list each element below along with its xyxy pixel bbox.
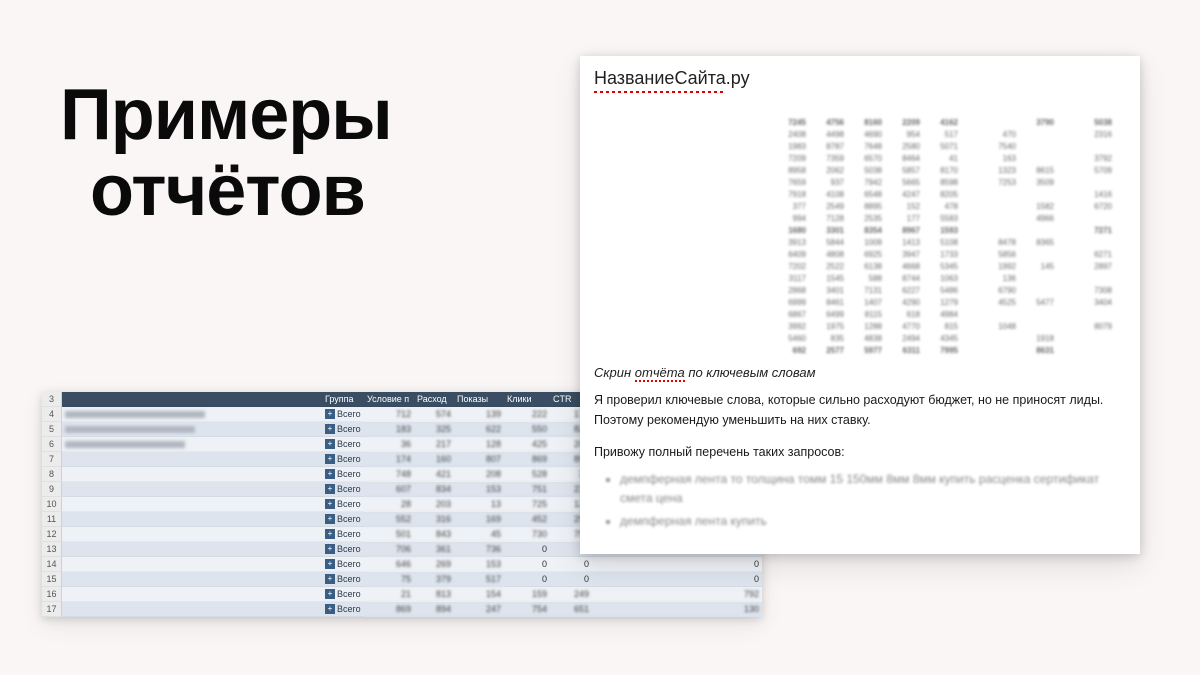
row-number: 13 xyxy=(42,542,62,557)
row-number: 14 xyxy=(42,557,62,572)
expand-icon[interactable]: + xyxy=(325,514,335,524)
row-number: 12 xyxy=(42,527,62,542)
row-number: 9 xyxy=(42,482,62,497)
stats-row: 198387877648258050717540 xyxy=(594,141,1114,153)
row-number: 7 xyxy=(42,452,62,467)
zero-cell: 0 xyxy=(504,572,550,587)
expand-icon[interactable]: + xyxy=(325,439,335,449)
expand-icon[interactable]: + xyxy=(325,604,335,614)
slide-title-line2: отчётов xyxy=(60,154,392,230)
stats-row: 2868340171316227548667907308 xyxy=(594,285,1114,297)
row-number: 5 xyxy=(42,422,62,437)
col-impr: Показы xyxy=(454,392,504,407)
group-label: Всего xyxy=(337,604,361,614)
stats-row: 765993779425665859872533509 xyxy=(594,177,1114,189)
expand-icon[interactable]: + xyxy=(325,574,335,584)
zero-cell: 0 xyxy=(592,557,762,572)
table-row: 15+Всего75379517000 xyxy=(42,572,762,587)
expand-icon[interactable]: + xyxy=(325,544,335,554)
stats-row: 2408449846909545174702316 xyxy=(594,129,1114,141)
doc-body: Я проверил ключевые слова, которые сильн… xyxy=(594,390,1126,532)
stats-row: 168033018354896715937271 xyxy=(594,225,1114,237)
expand-icon[interactable]: + xyxy=(325,484,335,494)
zero-cell: 0 xyxy=(550,557,592,572)
stats-row: 6867649981156184984 xyxy=(594,309,1114,321)
col-spend: Расход xyxy=(414,392,454,407)
col-group: Группа xyxy=(322,392,364,407)
group-label: Всего xyxy=(337,499,361,509)
spellcheck-underline xyxy=(594,91,724,93)
row-number: 3 xyxy=(42,392,62,407)
stats-row: 791841086548424782051416 xyxy=(594,189,1114,201)
group-label: Всего xyxy=(337,469,361,479)
group-label: Всего xyxy=(337,544,361,554)
stats-row: 7245475681602209416237905038 xyxy=(594,117,1114,129)
group-label: Всего xyxy=(337,529,361,539)
caption: Скрин отчёта по ключевым словам xyxy=(594,365,1126,380)
caption-post: по ключевым словам xyxy=(685,365,816,380)
bullet-list: демпферная лента то толщина томм 15 150м… xyxy=(594,470,1126,532)
group-label: Всего xyxy=(337,574,361,584)
table-row: 14+Всего646269153000 xyxy=(42,557,762,572)
group-label: Всего xyxy=(337,589,361,599)
stats-row: 69998461140742901279452554773404 xyxy=(594,297,1114,309)
expand-icon[interactable]: + xyxy=(325,559,335,569)
group-label: Всего xyxy=(337,484,361,494)
stats-row: 6409480869253947173358566271 xyxy=(594,249,1114,261)
caption-em: отчёта xyxy=(635,365,685,382)
expand-icon[interactable]: + xyxy=(325,424,335,434)
expand-icon[interactable]: + xyxy=(325,499,335,509)
caption-pre: Скрин xyxy=(594,365,635,380)
row-number: 8 xyxy=(42,467,62,482)
stats-row: 7209735965708464411633792 xyxy=(594,153,1114,165)
zero-cell: 0 xyxy=(592,572,762,587)
group-label: Всего xyxy=(337,454,361,464)
bullet-item: демпферная лента то толщина томм 15 150м… xyxy=(620,470,1126,508)
table-row: 16+Всего21813154159249792 xyxy=(42,587,762,602)
row-number: 17 xyxy=(42,602,62,617)
row-number: 10 xyxy=(42,497,62,512)
stats-row: 89582062503858578170132386155709 xyxy=(594,165,1114,177)
stats-row: 9947128253517755834966 xyxy=(594,213,1114,225)
slide-title-line1: Примеры xyxy=(60,78,392,154)
row-number: 4 xyxy=(42,407,62,422)
zero-cell: 0 xyxy=(504,542,550,557)
expand-icon[interactable]: + xyxy=(325,469,335,479)
expand-icon[interactable]: + xyxy=(325,529,335,539)
document-card: НазваниеСайта.ру 72454756816022094162379… xyxy=(580,56,1140,554)
expand-icon[interactable]: + xyxy=(325,454,335,464)
stats-row: 54608354838249443451918 xyxy=(594,333,1114,345)
row-number: 6 xyxy=(42,437,62,452)
col-clicks: Клики xyxy=(504,392,550,407)
col-cond: Условие п xyxy=(364,392,414,407)
expand-icon[interactable]: + xyxy=(325,589,335,599)
stats-row: 7202252261384668534519921452897 xyxy=(594,261,1114,273)
row-number: 16 xyxy=(42,587,62,602)
group-label: Всего xyxy=(337,439,361,449)
stats-table-blurred: 7245475681602209416237905038240844984690… xyxy=(594,105,1114,357)
group-label: Всего xyxy=(337,559,361,569)
group-label: Всего xyxy=(337,409,361,419)
doc-title: НазваниеСайта.ру xyxy=(594,68,1126,89)
row-number: 15 xyxy=(42,572,62,587)
stats-row: 399219751288477081510488079 xyxy=(594,321,1114,333)
slide-title: Примеры отчётов xyxy=(60,78,392,229)
doc-para2: Привожу полный перечень таких запросов: xyxy=(594,442,1126,462)
doc-para1: Я проверил ключевые слова, которые сильн… xyxy=(594,390,1126,430)
stats-row: 3772549889515247815826720 xyxy=(594,201,1114,213)
group-label: Всего xyxy=(337,514,361,524)
row-number: 11 xyxy=(42,512,62,527)
expand-icon[interactable]: + xyxy=(325,409,335,419)
table-row: 17+Всего869894247754651130 xyxy=(42,602,762,617)
group-label: Всего xyxy=(337,424,361,434)
stats-row: 3913584410091413510884788365 xyxy=(594,237,1114,249)
bullet-item: демпферная лента купить xyxy=(620,512,1126,531)
stats-row: 3117154558887441063136 xyxy=(594,273,1114,285)
stats-row: 69225775977631179958631 xyxy=(594,345,1114,357)
zero-cell: 0 xyxy=(550,572,592,587)
zero-cell: 0 xyxy=(504,557,550,572)
